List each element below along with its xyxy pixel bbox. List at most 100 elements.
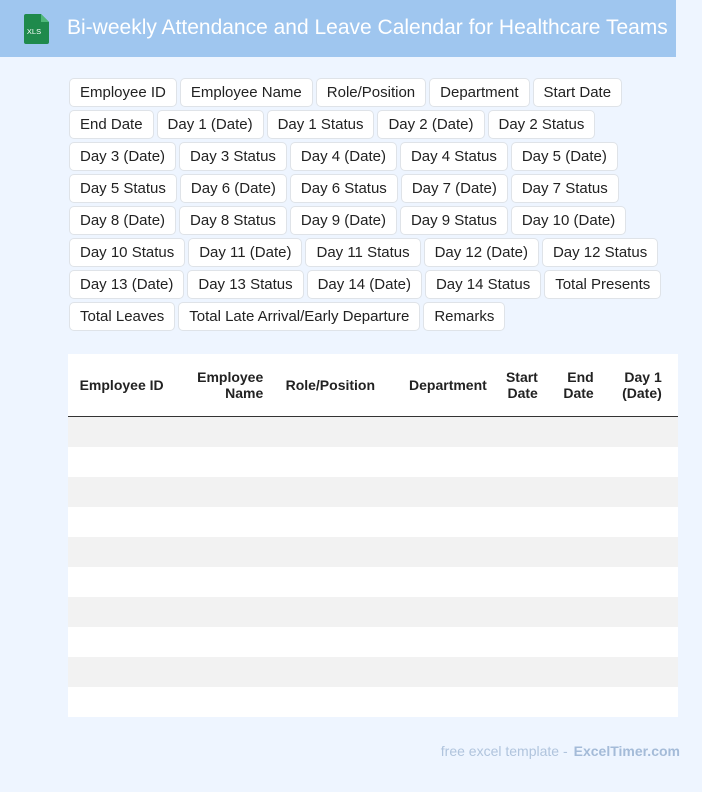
table-cell[interactable] (379, 626, 491, 657)
footer-brand-link[interactable]: ExcelTimer.com (574, 743, 680, 759)
xls-file-icon: XLS (24, 14, 49, 44)
table-cell[interactable] (267, 596, 380, 627)
table-cell[interactable] (665, 506, 678, 537)
table-cell[interactable] (267, 656, 380, 687)
field-chip: Start Date (532, 78, 623, 107)
column-header: Department (379, 354, 491, 417)
table-cell[interactable] (379, 656, 491, 687)
table-cell[interactable] (541, 416, 598, 447)
table-cell[interactable] (167, 476, 268, 507)
table-cell[interactable] (68, 626, 168, 657)
table-cell[interactable] (665, 656, 678, 687)
table-cell[interactable] (665, 416, 678, 447)
table-cell[interactable] (490, 626, 542, 657)
table-cell[interactable] (597, 566, 666, 597)
table-cell[interactable] (267, 506, 380, 537)
table-cell[interactable] (167, 416, 268, 447)
table-cell[interactable] (68, 416, 168, 447)
table-cell[interactable] (665, 566, 678, 597)
field-chip: Day 2 Status (487, 110, 596, 139)
table-cell[interactable] (68, 446, 168, 477)
table-row (68, 506, 678, 537)
table-cell[interactable] (490, 446, 542, 477)
table-cell[interactable] (597, 416, 666, 447)
table-cell[interactable] (490, 686, 542, 717)
table-cell[interactable] (541, 566, 598, 597)
table-cell[interactable] (267, 536, 380, 567)
table-cell[interactable] (167, 566, 268, 597)
table-cell[interactable] (379, 446, 491, 477)
table-cell[interactable] (597, 626, 666, 657)
table-cell[interactable] (597, 476, 666, 507)
table-cell[interactable] (167, 596, 268, 627)
table-cell[interactable] (267, 686, 380, 717)
table-cell[interactable] (379, 416, 491, 447)
field-chip: Day 6 (Date) (179, 174, 287, 203)
table-cell[interactable] (379, 596, 491, 627)
table-cell[interactable] (68, 656, 168, 687)
table-cell[interactable] (490, 596, 542, 627)
table-cell[interactable] (597, 596, 666, 627)
table-cell[interactable] (379, 476, 491, 507)
table-cell[interactable] (68, 536, 168, 567)
table-cell[interactable] (541, 506, 598, 537)
column-header: End Date (541, 354, 598, 417)
table-cell[interactable] (541, 626, 598, 657)
table-cell[interactable] (68, 476, 168, 507)
table-cell[interactable] (541, 446, 598, 477)
table-cell[interactable] (541, 686, 598, 717)
table-cell[interactable] (167, 506, 268, 537)
table-cell[interactable] (597, 446, 666, 477)
field-chip: Day 12 Status (541, 238, 659, 267)
column-header: Employee ID (68, 354, 168, 417)
table-cell[interactable] (167, 536, 268, 567)
field-chip: Day 2 (Date) (377, 110, 485, 139)
table-cell[interactable] (665, 686, 678, 717)
table-cell[interactable] (167, 446, 268, 477)
field-chip: Day 1 (Date) (156, 110, 264, 139)
table-cell[interactable] (597, 686, 666, 717)
table-cell[interactable] (68, 566, 168, 597)
table-cell[interactable] (267, 476, 380, 507)
field-chip: Day 3 Status (179, 142, 287, 171)
field-chip: Day 7 (Date) (400, 174, 508, 203)
table-cell[interactable] (490, 476, 542, 507)
table-cell[interactable] (541, 536, 598, 567)
table-cell[interactable] (665, 626, 678, 657)
table-cell[interactable] (267, 446, 380, 477)
column-header: Role/Position (267, 354, 380, 417)
table-cell[interactable] (665, 476, 678, 507)
table-cell[interactable] (490, 566, 542, 597)
table-cell[interactable] (68, 596, 168, 627)
table-cell[interactable] (490, 656, 542, 687)
table-cell[interactable] (379, 536, 491, 567)
table-cell[interactable] (490, 506, 542, 537)
table-cell[interactable] (267, 416, 380, 447)
table-cell[interactable] (665, 536, 678, 567)
table-cell[interactable] (541, 656, 598, 687)
table-row (68, 536, 678, 567)
table-cell[interactable] (665, 596, 678, 627)
table-cell[interactable] (68, 506, 168, 537)
table-cell[interactable] (267, 566, 380, 597)
field-chip: Day 3 (Date) (69, 142, 177, 171)
table-cell[interactable] (167, 626, 268, 657)
table-cell[interactable] (597, 656, 666, 687)
table-cell[interactable] (597, 536, 666, 567)
table-cell[interactable] (379, 506, 491, 537)
table-cell[interactable] (490, 416, 542, 447)
table-cell[interactable] (267, 626, 380, 657)
table-cell[interactable] (379, 686, 491, 717)
field-chip: Day 5 (Date) (510, 142, 618, 171)
table-cell[interactable] (665, 446, 678, 477)
field-chip: Total Leaves (69, 302, 176, 331)
table-cell[interactable] (490, 536, 542, 567)
table-cell[interactable] (167, 686, 268, 717)
table-cell[interactable] (379, 566, 491, 597)
table-row (68, 596, 678, 627)
table-cell[interactable] (541, 596, 598, 627)
table-cell[interactable] (541, 476, 598, 507)
table-cell[interactable] (68, 686, 168, 717)
table-cell[interactable] (597, 506, 666, 537)
table-cell[interactable] (167, 656, 268, 687)
